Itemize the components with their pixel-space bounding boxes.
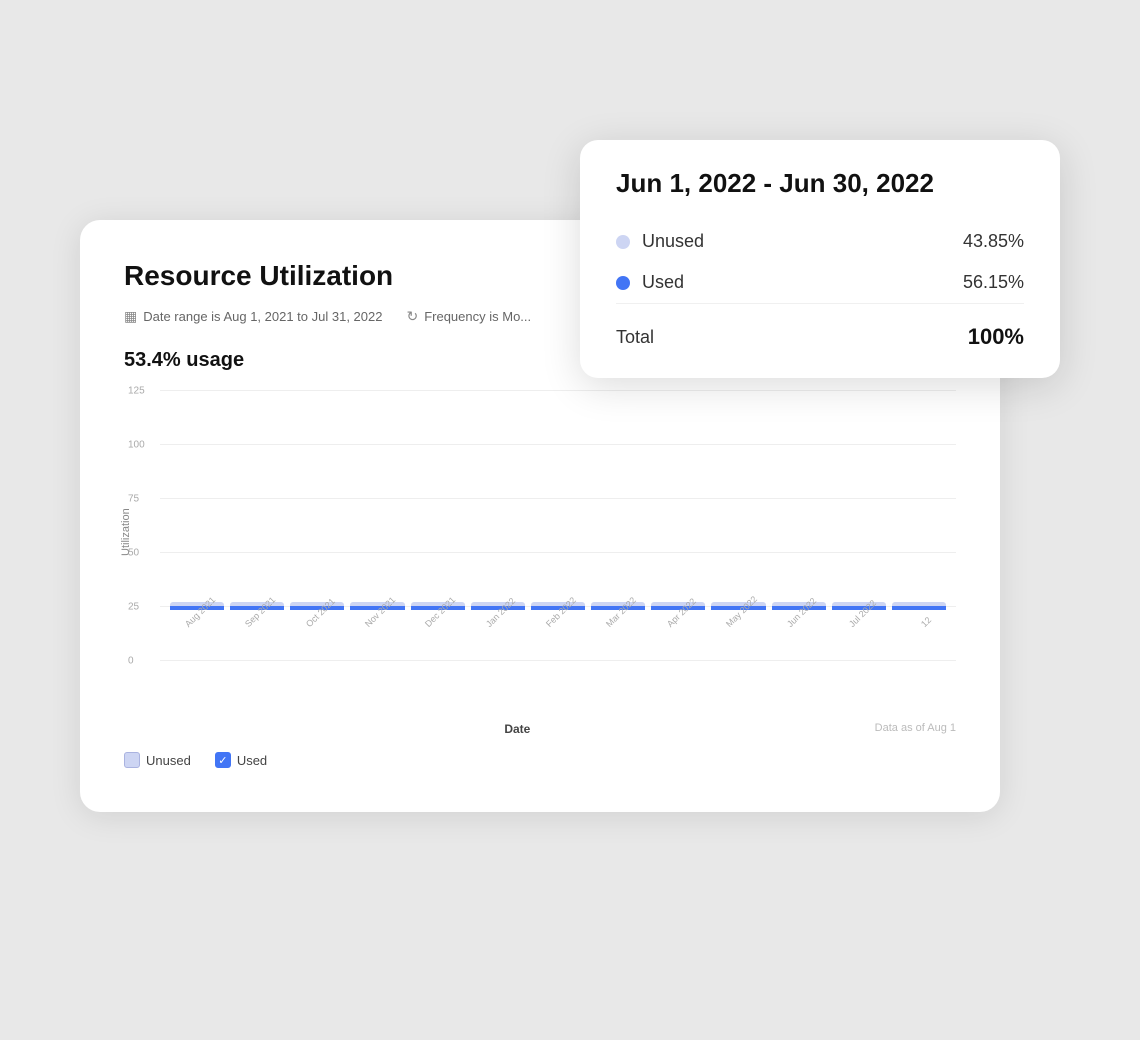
tooltip-header: Jun 1, 2022 - Jun 30, 2022 (580, 140, 1060, 221)
bar-group: Nov 2021 (350, 390, 404, 660)
calendar-icon: ▦ (124, 308, 137, 325)
bar-label: Jun 2022 (785, 596, 818, 629)
bar-label: Mar 2022 (604, 595, 638, 629)
tooltip-total-value: 100% (968, 324, 1024, 350)
chart-inner: 125 100 75 50 25 0 (160, 390, 956, 710)
legend-item-unused: Unused (124, 752, 191, 768)
bar-label: May 2022 (724, 594, 759, 629)
tooltip-date-range: Jun 1, 2022 - Jun 30, 2022 (616, 168, 1024, 199)
meta-frequency: ↻ Frequency is Mo... (406, 308, 531, 325)
tooltip-used-value: 56.15% (963, 272, 1024, 293)
bar-group: Jul 2022 (832, 390, 886, 660)
bar-group: Mar 2022 (591, 390, 645, 660)
data-note: Data as of Aug 1 (875, 722, 956, 734)
bar-label: Jan 2022 (484, 596, 517, 629)
bar-stack (892, 602, 946, 610)
bar-group: Feb 2022 (531, 390, 585, 660)
bar-group: Jun 2022 (772, 390, 826, 660)
bar-label: Aug 2021 (183, 595, 217, 629)
meta-date-range: ▦ Date range is Aug 1, 2021 to Jul 31, 2… (124, 308, 382, 325)
bar-group: May 2022 (711, 390, 765, 660)
tooltip-unused-value: 43.85% (963, 231, 1024, 252)
tooltip-rows: Unused 43.85% Used 56.15% (580, 221, 1060, 303)
bar-group: Dec 2021 (411, 390, 465, 660)
scene: Resource Utilization ▦ Date range is Aug… (80, 140, 1060, 900)
tooltip-dot-unused (616, 235, 630, 249)
tooltip-dot-used (616, 276, 630, 290)
bar-group: Aug 2021 (170, 390, 224, 660)
legend: Unused ✓ Used (124, 752, 956, 768)
tooltip-used-label: Used (642, 272, 684, 293)
refresh-icon: ↻ (406, 308, 418, 325)
bar-label: Feb 2022 (544, 595, 578, 629)
legend-label-unused: Unused (146, 753, 191, 768)
chart-area: Utilization 125 100 75 50 (124, 390, 956, 710)
bar-group: Sep 2021 (230, 390, 284, 660)
bar-group: Apr 2022 (651, 390, 705, 660)
bar-label: Nov 2021 (363, 595, 397, 629)
legend-checkbox-unused (124, 752, 140, 768)
bar-label: Sep 2021 (243, 595, 277, 629)
bar-group: Jan 2022 (471, 390, 525, 660)
tooltip-unused-label: Unused (642, 231, 704, 252)
legend-item-used: ✓ Used (215, 752, 267, 768)
tooltip-row-used-left: Used (616, 272, 684, 293)
x-axis-title: Date (160, 722, 875, 736)
bars-container: Aug 2021 Sep 2021 Oct 2021 Nov 2021 Dec 2021… (160, 390, 956, 660)
bar-label: Dec 2021 (423, 595, 457, 629)
bar-group: Oct 2021 (290, 390, 344, 660)
tooltip-row-used: Used 56.15% (616, 262, 1024, 303)
legend-checkbox-used: ✓ (215, 752, 231, 768)
grid-line-0: 0 (160, 660, 956, 661)
tooltip-total-row: Total 100% (580, 304, 1060, 378)
tooltip-total-label: Total (616, 327, 654, 348)
tooltip-card: Jun 1, 2022 - Jun 30, 2022 Unused 43.85%… (580, 140, 1060, 378)
tooltip-row-unused-left: Unused (616, 231, 704, 252)
legend-label-used: Used (237, 753, 267, 768)
tooltip-row-unused: Unused 43.85% (616, 221, 1024, 262)
bar-group: 12 (892, 390, 946, 660)
bar-label: 12 (919, 615, 933, 629)
